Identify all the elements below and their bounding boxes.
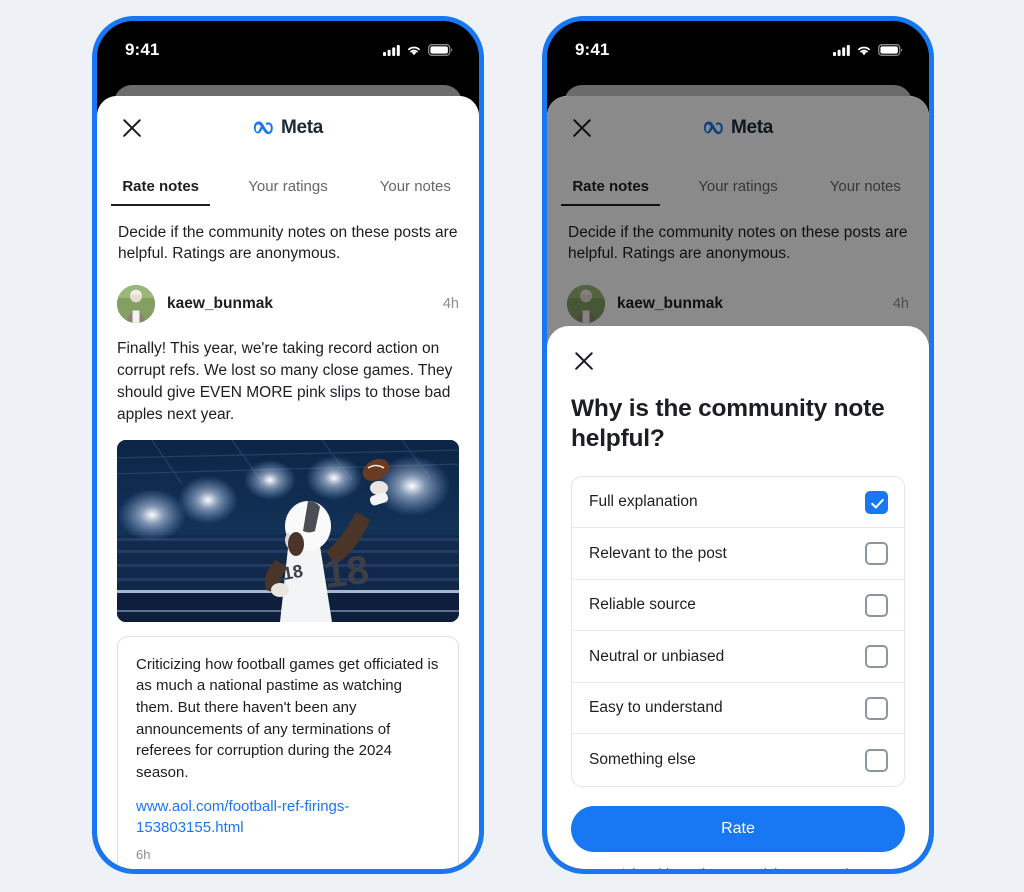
post-timestamp: 4h: [442, 295, 459, 312]
post-header: kaew_bunmak 4h: [117, 284, 459, 323]
option-easy-to-understand[interactable]: Easy to understand: [572, 683, 904, 735]
option-label: Relevant to the post: [589, 544, 727, 562]
meta-brand: Meta: [97, 117, 479, 139]
option-reliable-source[interactable]: Reliable source: [572, 580, 904, 632]
battery-icon: [878, 44, 903, 56]
cellular-signal-icon: [833, 45, 850, 56]
phone-mockup-left: 9:41 Meta Rate notes Your ratings Your n…: [92, 16, 484, 874]
checkbox-icon[interactable]: [865, 593, 888, 617]
tab-rate-notes[interactable]: Rate notes: [97, 178, 224, 206]
community-note-text: Criticizing how football games get offic…: [136, 655, 439, 781]
status-bar-icons-right: [833, 44, 903, 56]
status-bar-time-right: 9:41: [575, 40, 610, 59]
phone-screen-right: 9:41 Meta Rate notes Your ratings Your n…: [547, 21, 929, 869]
status-bar-time: 9:41: [125, 40, 160, 59]
tab-your-ratings[interactable]: Your ratings: [224, 178, 351, 206]
close-icon[interactable]: [571, 348, 597, 374]
community-note-card: Criticizing how football games get offic…: [117, 635, 459, 869]
option-label: Full explanation: [589, 493, 698, 510]
rate-submit-button[interactable]: Rate: [571, 805, 905, 852]
screenshot-canvas: 9:41 Meta Rate notes Your ratings Your n…: [0, 0, 1024, 892]
post-username[interactable]: kaew_bunmak: [167, 295, 273, 313]
svg-text:18: 18: [281, 561, 304, 584]
cellular-signal-icon: [383, 45, 400, 56]
rating-disclaimer: You won't be able to change or delete yo…: [571, 866, 905, 869]
phone-mockup-right: 9:41 Meta Rate notes Your ratings Your n…: [542, 16, 934, 874]
wifi-icon: [858, 46, 870, 56]
rating-reason-modal: Why is the community note helpful? Full …: [547, 326, 929, 869]
option-label: Easy to understand: [589, 699, 723, 716]
checkbox-icon[interactable]: [865, 542, 888, 565]
phone-screen-left: 9:41 Meta Rate notes Your ratings Your n…: [97, 21, 479, 869]
avatar-image: [117, 284, 155, 323]
post-photo[interactable]: 18 18: [117, 439, 459, 622]
checkbox-icon[interactable]: [865, 748, 888, 772]
option-label: Neutral or unbiased: [589, 647, 725, 665]
avatar[interactable]: [117, 284, 155, 323]
status-bar: 9:41: [97, 21, 479, 79]
intro-text: Decide if the community notes on these p…: [118, 224, 458, 263]
close-icon[interactable]: [119, 115, 145, 141]
reason-option-list: Full explanation Relevant to the post Re…: [571, 475, 905, 787]
tab-your-notes[interactable]: Your notes: [352, 178, 479, 206]
modal-title: Why is the community note helpful?: [571, 395, 885, 452]
checkbox-icon[interactable]: [865, 696, 888, 720]
app-header-left: Meta: [97, 96, 479, 160]
feed-content-left: Decide if the community notes on these p…: [97, 206, 479, 869]
option-label: Something else: [589, 751, 696, 768]
status-bar-right: 9:41: [547, 21, 929, 79]
option-neutral-or-unbiased[interactable]: Neutral or unbiased: [572, 631, 904, 683]
meta-infinity-logo: [253, 121, 273, 134]
post-body-text: Finally! This year, we're taking record …: [117, 339, 453, 423]
checkbox-checked-icon[interactable]: [865, 490, 888, 514]
option-relevant-to-the-post[interactable]: Relevant to the post: [572, 528, 904, 580]
battery-icon: [428, 44, 453, 56]
community-note-timestamp: 6h: [136, 846, 151, 862]
checkbox-icon[interactable]: [865, 645, 888, 668]
post-photo-image: 18 18: [117, 439, 459, 622]
wifi-icon: [408, 46, 420, 56]
svg-text:18: 18: [322, 548, 372, 597]
app-sheet-right: Meta Rate notes Your ratings Your notes …: [547, 96, 929, 869]
option-full-explanation[interactable]: Full explanation: [572, 477, 904, 529]
meta-wordmark: Meta: [280, 117, 324, 138]
option-label: Reliable source: [589, 596, 696, 613]
tab-bar-left: Rate notes Your ratings Your notes: [97, 160, 479, 206]
community-note-source-link[interactable]: www.aol.com/football-ref-firings-1538031…: [136, 797, 440, 838]
option-something-else[interactable]: Something else: [572, 734, 904, 786]
status-bar-icons: [383, 44, 453, 56]
app-sheet-left: Meta y Rate notes Your ratings Your note…: [97, 96, 479, 869]
